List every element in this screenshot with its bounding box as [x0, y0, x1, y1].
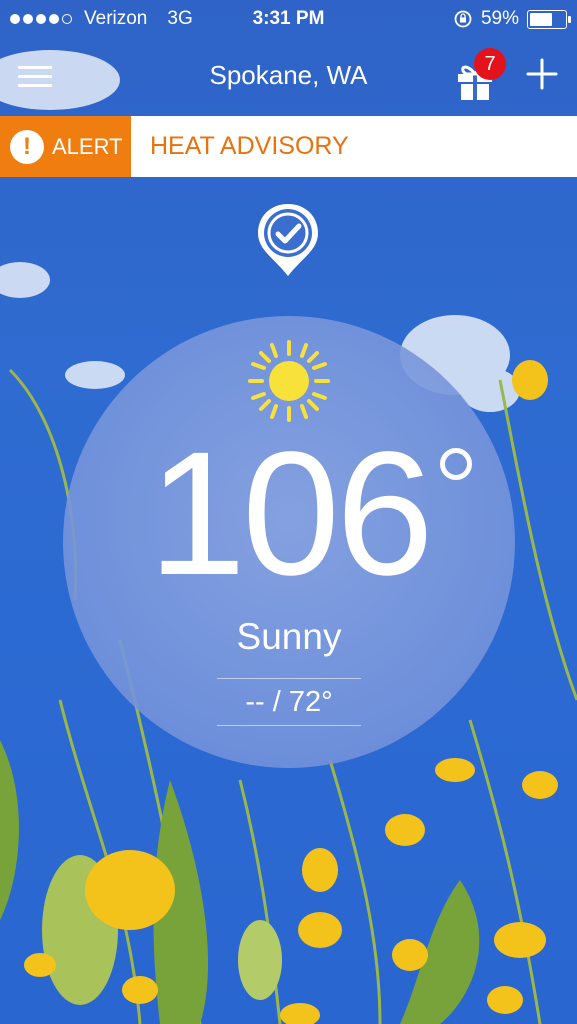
- status-right: 59%: [453, 8, 571, 30]
- battery-percent: 59%: [480, 8, 519, 29]
- status-bar: Verizon 3G 3:31 PM 59%: [0, 0, 577, 40]
- high-low-temperature: -- / 72°: [217, 678, 361, 726]
- add-location-button[interactable]: [524, 56, 560, 92]
- battery-icon: [527, 9, 571, 29]
- gift-badge: 7: [474, 48, 506, 80]
- degree-symbol: [440, 448, 472, 480]
- nav-bar: Spokane, WA 7: [0, 48, 577, 108]
- rotation-lock-icon: [454, 10, 472, 28]
- sun-icon: [248, 340, 330, 422]
- current-conditions-card[interactable]: 106 Sunny -- / 72°: [63, 316, 515, 768]
- alert-tag: ! ALERT: [0, 116, 131, 177]
- exclamation-icon: !: [10, 129, 44, 164]
- alert-banner[interactable]: ! ALERT HEAT ADVISORY: [0, 116, 577, 177]
- condition-label: Sunny: [236, 616, 342, 657]
- alert-text[interactable]: HEAT ADVISORY: [150, 116, 349, 177]
- alert-label: ALERT: [52, 133, 123, 159]
- location-check-icon[interactable]: [254, 200, 322, 280]
